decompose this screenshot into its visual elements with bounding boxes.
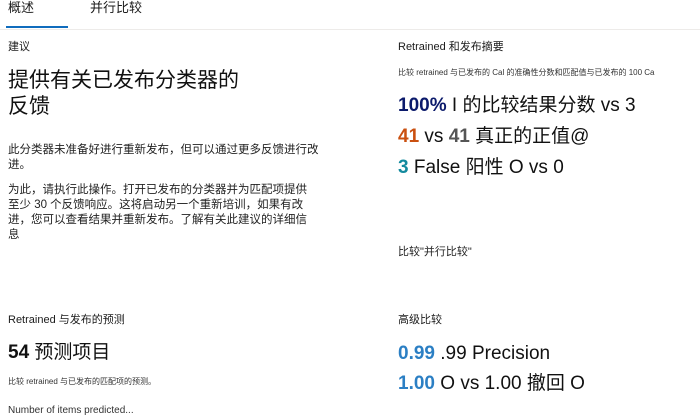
recommendation-heading: 提供有关已发布分类器的反馈 [8,69,239,118]
tab-overview[interactable]: 概述 [6,0,68,30]
summary-score-line: 100% I 的比较结果分数 vs 3 [398,94,636,118]
predictions-label: 预测项目 [29,342,111,363]
recall-value: 1.00 [398,373,435,394]
predictions-title: Retrained 与发布的预测 [8,314,125,326]
summary-subtitle: 比较 retrained 与已发布的 Cal 的准确性分数和匹配值与已发布的 1… [398,68,655,77]
predictions-subtitle: 比较 retrained 与已发布的匹配项的预测。 [8,377,157,386]
true-positive-published: 41 [448,126,470,147]
precision-text: .99 Precision [434,343,551,364]
true-positive-retrained: 41 [398,126,420,147]
side-by-side-link[interactable]: 比较"并行比较" [398,245,472,259]
false-positive-value: 3 [398,157,409,178]
false-positive-text: False 阳性 O vs 0 [408,157,564,178]
advanced-title: 高级比较 [398,314,442,326]
precision-line: 0.99 .99 Precision [398,342,550,366]
vs-text: vs [419,126,449,147]
predictions-count-line: 54 预测项目 [8,341,110,365]
score-value: 100% [398,95,447,116]
tab-bar: 概述 并行比较 [0,0,700,30]
score-text: I 的比较结果分数 vs 3 [446,95,636,116]
summary-false-positive-line: 3 False 阳性 O vs 0 [398,156,564,180]
recommendation-text-1: 此分类器未准备好进行重新发布，但可以通过更多反馈进行改进。 [8,144,319,171]
summary-true-positive-line: 41 vs 41 真正的正值@ [398,125,589,149]
predictions-count: 54 [8,342,30,363]
predictions-cut-text: Number of items predicted... [8,405,134,416]
recommendation-text-2: 为此，请执行此操作。打开已发布的分类器并为匹配项提供至少 30 个反馈响应。这将… [8,184,307,241]
summary-title: Retrained 和发布摘要 [398,41,504,53]
tab-side-by-side[interactable]: 并行比较 [90,0,142,30]
recommendation-title: 建议 [8,41,30,53]
precision-value: 0.99 [398,343,435,364]
true-positive-text: 真正的正值@ [469,126,590,147]
recall-line: 1.00 O vs 1.00 撤回 O [398,372,585,396]
recall-text: O vs 1.00 撤回 O [434,373,585,394]
tab-divider [0,29,700,30]
